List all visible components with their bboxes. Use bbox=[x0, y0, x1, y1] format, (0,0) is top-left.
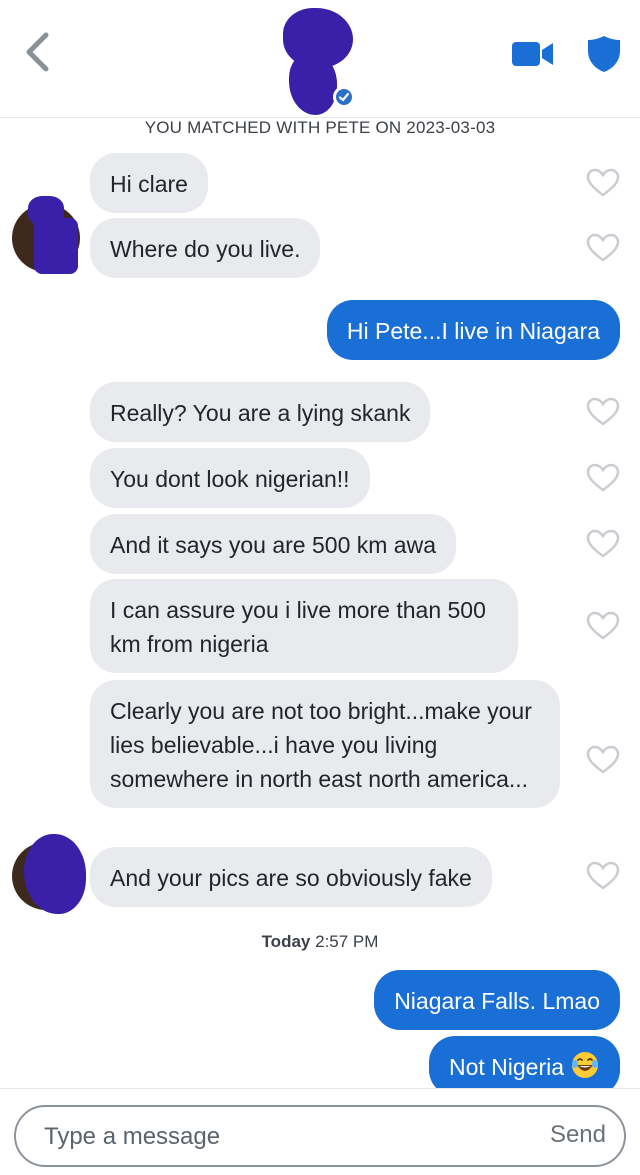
like-button[interactable] bbox=[586, 529, 620, 559]
message-input[interactable] bbox=[44, 1115, 484, 1159]
chat-header bbox=[0, 0, 640, 118]
message-bubble-incoming[interactable]: Hi clare bbox=[90, 153, 208, 213]
match-banner: YOU MATCHED WITH PETE ON 2023-03-03 bbox=[144, 118, 496, 137]
message-text: Not Nigeria bbox=[448, 1054, 564, 1080]
composer-bar: Send bbox=[0, 1088, 640, 1175]
message-bubble-incoming[interactable]: You dont look nigerian!! bbox=[90, 448, 370, 508]
message-bubble-incoming[interactable]: And it says you are 500 km awa bbox=[90, 514, 456, 574]
like-button[interactable] bbox=[586, 745, 620, 775]
message-bubble-incoming[interactable]: And your pics are so obviously fake bbox=[90, 847, 492, 907]
video-camera-icon bbox=[512, 42, 553, 66]
shield-icon bbox=[588, 36, 620, 72]
heart-outline-icon bbox=[586, 463, 620, 492]
safety-button[interactable] bbox=[586, 34, 622, 74]
heart-outline-icon bbox=[586, 861, 620, 890]
message-bubble-outgoing[interactable]: Not Nigeria bbox=[428, 1036, 620, 1096]
message-bubble-incoming[interactable]: Really? You are a lying skank bbox=[90, 382, 431, 442]
heart-outline-icon bbox=[586, 168, 620, 197]
like-button[interactable] bbox=[586, 233, 620, 263]
heart-outline-icon bbox=[586, 745, 620, 774]
laughing-tears-emoji bbox=[570, 1050, 600, 1080]
message-composer: Send bbox=[14, 1105, 626, 1167]
verified-check-icon bbox=[333, 86, 355, 108]
chevron-left-icon bbox=[26, 32, 49, 72]
message-bubble-outgoing[interactable]: Hi Pete...I live in Niagara bbox=[326, 300, 620, 360]
heart-outline-icon bbox=[586, 397, 620, 426]
message-bubble-incoming[interactable]: Where do you live. bbox=[90, 218, 321, 278]
like-button[interactable] bbox=[586, 397, 620, 427]
heart-outline-icon bbox=[586, 529, 620, 558]
back-button[interactable] bbox=[20, 30, 54, 74]
message-timestamp: Today 2:57 PM bbox=[261, 932, 379, 951]
message-bubble-incoming[interactable]: Clearly you are not too bright...make yo… bbox=[90, 680, 560, 808]
like-button[interactable] bbox=[586, 463, 620, 493]
message-bubble-outgoing[interactable]: Niagara Falls. Lmao bbox=[374, 970, 620, 1030]
like-button[interactable] bbox=[586, 861, 620, 891]
sender-avatar[interactable] bbox=[10, 834, 86, 914]
video-call-button[interactable] bbox=[510, 38, 556, 70]
send-button[interactable]: Send bbox=[550, 1121, 606, 1149]
message-bubble-incoming[interactable]: I can assure you i live more than 500 km… bbox=[90, 579, 518, 673]
sender-avatar[interactable] bbox=[10, 196, 80, 274]
like-button[interactable] bbox=[586, 168, 620, 198]
like-button[interactable] bbox=[586, 611, 620, 641]
heart-outline-icon bbox=[586, 611, 620, 640]
heart-outline-icon bbox=[586, 233, 620, 262]
